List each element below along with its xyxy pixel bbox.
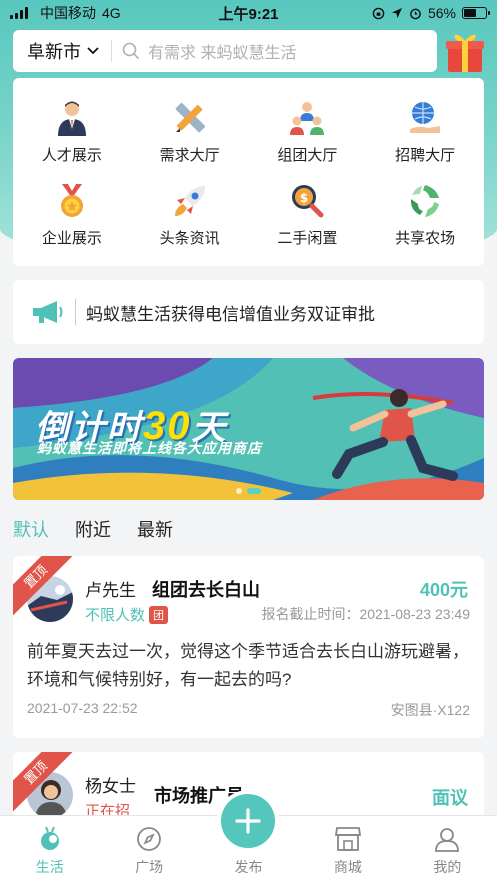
menu-label: 组团大厅 [277,147,338,164]
status-bar: 中国移动 4G 上午9:21 56% [0,0,497,26]
rotation-lock-icon [372,7,385,19]
announcement-text: 蚂蚁慧生活获得电信增值业务双证审批 [86,304,375,324]
rocket-icon [170,181,210,221]
menu-label: 招聘大厅 [395,147,456,164]
banner-subtitle: 蚂蚁慧生活即将上线各大应用商店 [37,440,262,456]
battery-icon [462,7,490,19]
gift-icon[interactable] [444,28,486,74]
menu-item-secondhand[interactable]: $ 二手闲置 [249,173,367,256]
group-icon [287,98,327,138]
chevron-down-icon [87,47,99,55]
carousel-indicator [13,488,484,494]
store-icon [334,825,362,853]
carrier-label: 中国移动 [40,5,96,21]
medal-icon [52,181,92,221]
group-limit: 不限人数 团 [85,604,169,625]
tab-label: 我的 [433,859,462,875]
post-card[interactable]: 置顶 卢先生 组团去长白山 400元 不限人数 团 报名截止时间：2021-08… [13,556,484,738]
menu-label: 人才展示 [41,147,102,164]
magnifier-coin-icon: $ [287,181,327,221]
city-selector[interactable]: 阜新市 [27,40,112,62]
location-icon [391,8,402,18]
pencil-ruler-icon [170,98,210,138]
tab-square[interactable]: 广场 [99,816,198,883]
tab-mall[interactable]: 商城 [298,816,397,883]
menu-item-talent[interactable]: 人才展示 [13,90,131,173]
tab-label: 发布 [234,859,263,875]
user-icon [433,825,461,853]
feature-menu: 人才展示 需求大厅 组团大厅 招聘大厅 企业展示 头条资讯 $ 二手闲置 共享农… [13,78,484,266]
author-name: 杨女士 [85,777,136,796]
announcement-bar[interactable]: 蚂蚁慧生活获得电信增值业务双证审批 [13,280,484,344]
menu-label: 二手闲置 [277,230,338,247]
search-bar: 阜新市 有需求 来蚂蚁慧生活 [13,30,437,72]
megaphone-icon [33,301,63,323]
carousel-dot[interactable] [236,488,242,494]
tab-label: 生活 [35,859,64,875]
tab-default[interactable]: 默认 [13,516,49,542]
menu-label: 需求大厅 [159,147,220,164]
promo-banner[interactable]: 倒计时30天 蚂蚁慧生活即将上线各大应用商店 [13,358,484,500]
search-icon [122,42,140,60]
menu-item-headlines[interactable]: 头条资讯 [131,173,249,256]
menu-label: 头条资讯 [159,230,220,247]
menu-item-demand-hall[interactable]: 需求大厅 [131,90,249,173]
signup-deadline: 报名截止时间：2021-08-23 23:49 [261,606,470,622]
publish-button[interactable] [221,794,275,848]
author-name: 卢先生 [85,581,136,600]
menu-label: 企业展示 [41,230,102,247]
group-tag: 团 [149,605,169,624]
tab-mine[interactable]: 我的 [398,816,497,883]
divider [75,299,76,325]
search-input[interactable]: 有需求 来蚂蚁慧生活 [122,39,423,63]
clock: 上午9:21 [218,5,279,23]
menu-item-recruit-hall[interactable]: 招聘大厅 [366,90,484,173]
leaf-cycle-icon [405,181,445,221]
post-date: 2021-07-23 22:52 [27,700,138,716]
search-placeholder: 有需求 来蚂蚁慧生活 [148,45,297,62]
menu-label: 共享农场 [395,230,456,247]
tab-life[interactable]: 生活 [0,816,99,883]
post-title: 组团去长白山 [152,580,260,600]
post-content: 前年夏天去过一次，觉得这个季节适合去长白山游玩避暑，环境和气候特别好，有一起去的… [27,642,469,689]
ant-icon [36,825,64,853]
city-label: 阜新市 [27,42,81,62]
menu-item-shared-farm[interactable]: 共享农场 [366,173,484,256]
businessman-icon [52,98,92,138]
plus-icon [235,808,261,834]
menu-item-group-hall[interactable]: 组团大厅 [249,90,367,173]
post-price: 400元 [419,580,468,600]
post-location: 安图县·X122 [390,702,470,718]
globe-hand-icon [405,98,445,138]
alarm-icon [410,8,421,19]
tab-nearby[interactable]: 附近 [75,516,111,542]
battery-percent: 56% [427,5,456,21]
tab-label: 商城 [333,859,362,875]
limit-label: 不限人数 [85,607,146,624]
signal-icon [10,7,28,19]
post-price: 面议 [432,788,468,808]
carousel-dot-active[interactable] [247,488,261,494]
svg-text:$: $ [300,191,308,205]
tab-label: 广场 [135,859,164,875]
feed-tabs: 默认 附近 最新 [13,516,173,542]
tab-latest[interactable]: 最新 [137,516,173,542]
network-label: 4G [102,5,121,21]
compass-icon [135,825,163,853]
menu-item-company[interactable]: 企业展示 [13,173,131,256]
